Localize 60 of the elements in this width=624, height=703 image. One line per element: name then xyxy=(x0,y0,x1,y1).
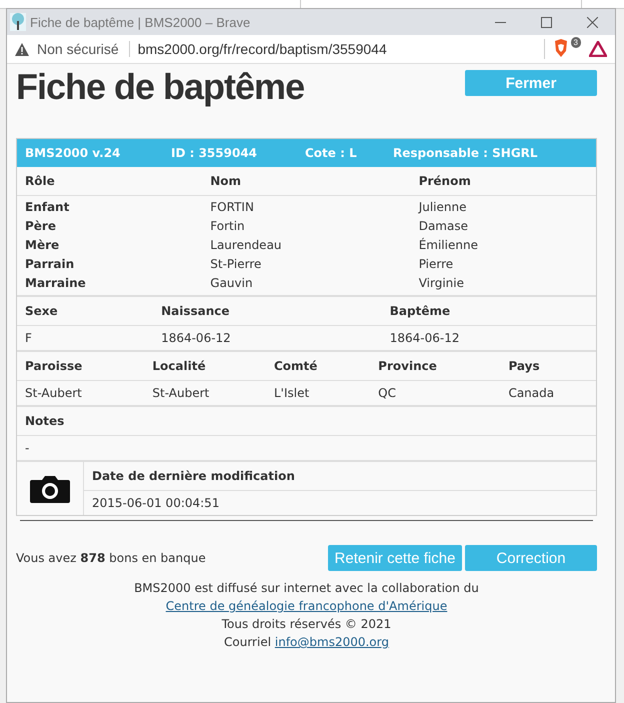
table-cell-text: QC xyxy=(377,384,397,402)
footer-link[interactable]: Centre de généalogie francophone d'Amérique xyxy=(166,597,448,615)
table-cell-text: FORTIN xyxy=(209,199,255,216)
email-link[interactable]: info@bms2000.org xyxy=(274,635,389,649)
header-text: Cote : L xyxy=(305,146,358,160)
table-cell-text: L'Islet xyxy=(272,384,310,402)
bank-balance-text: Vous avez 878 bons en banque xyxy=(16,551,206,565)
triangle-icon[interactable] xyxy=(589,41,607,57)
table-cell-text: Émilienne xyxy=(418,236,479,254)
maximize-icon xyxy=(540,16,552,28)
table-cell-text: 2015-06-01 00:04:51 xyxy=(91,495,220,512)
table-cell-text: Canada xyxy=(507,384,556,402)
column-header: Paroisse xyxy=(17,352,144,381)
column-header: Prénom xyxy=(410,167,596,196)
table-cell-text: Père xyxy=(24,218,57,235)
table-cell-text: Gauvin xyxy=(209,275,254,292)
shield-icon[interactable] xyxy=(553,39,569,57)
column-header: Naissance xyxy=(153,297,382,326)
column-header: Baptême xyxy=(382,297,596,326)
table-cell-text: 1864-06-12 xyxy=(388,330,461,346)
table-cell-text: Virginie xyxy=(418,275,465,292)
column-header: Notes xyxy=(17,407,596,436)
page-heading: Fiche de baptême xyxy=(16,66,304,108)
close-icon xyxy=(586,16,598,28)
count-badge: 3 xyxy=(570,37,581,48)
table-cell-text: Damase xyxy=(418,218,469,235)
column-header: Date de dernière modification xyxy=(84,462,596,491)
header-text: ID : 3559044 xyxy=(171,146,258,160)
column-header: Localité xyxy=(144,352,266,381)
table-cell-text: Parrain xyxy=(24,256,76,273)
table-cell-text: - xyxy=(24,440,30,456)
warning-icon xyxy=(15,42,29,56)
table-cell-text: Julienne xyxy=(417,199,468,216)
column-header: Rôle xyxy=(17,167,202,196)
table-cell-text: Marraine xyxy=(24,275,87,292)
table-cell-text: St-Aubert xyxy=(24,384,83,402)
table-cell-text: St-Pierre xyxy=(209,256,262,273)
table-cell-text: 1864-06-12 xyxy=(160,330,232,346)
tree-icon xyxy=(10,13,26,31)
table-cell-text: Fortin xyxy=(209,218,246,235)
header-text: BMS2000 v.24 xyxy=(25,146,122,160)
column-header: Province xyxy=(370,352,500,381)
camera-icon xyxy=(29,474,71,504)
url-field[interactable]: bms2000.org/fr/record/baptism/3559044 xyxy=(138,41,536,57)
column-header: Nom xyxy=(202,167,411,196)
table-cell-text: Mère xyxy=(24,237,60,254)
table-cell-text: Enfant xyxy=(24,199,70,216)
table-cell-text: St-Aubert xyxy=(151,384,210,402)
column-header: Pays xyxy=(500,352,596,381)
window-title: Fiche de baptême | BMS2000 – Brave xyxy=(30,14,252,30)
header-text: Responsable : SHGRL xyxy=(393,146,539,160)
table-cell-text: Pierre xyxy=(418,256,454,273)
column-header: Comté xyxy=(266,352,370,381)
column-header: Sexe xyxy=(17,297,154,326)
table-cell-text: F xyxy=(24,330,33,346)
email-label: Courriel info@bms2000.org xyxy=(224,634,389,651)
footer-text: BMS2000 est diffusé sur internet avec la collaboration du xyxy=(134,580,479,597)
copyright-text: Tous droits réservés © 2021 xyxy=(222,616,392,633)
security-label[interactable]: Non sécurisé xyxy=(37,41,130,57)
table-cell-text: Laurendeau xyxy=(209,237,283,254)
